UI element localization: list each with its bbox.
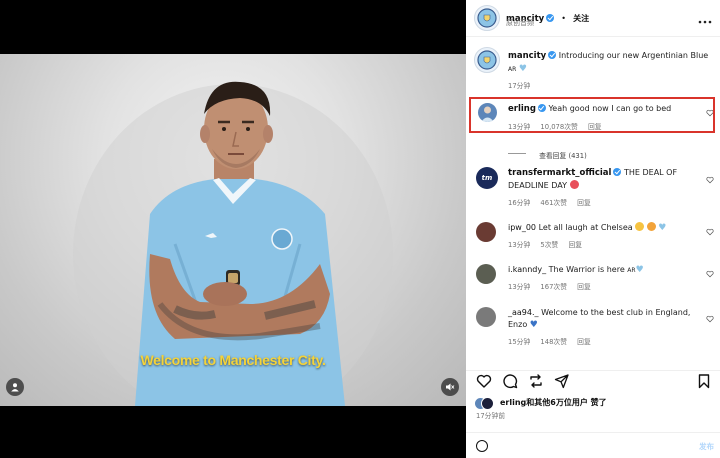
post-time: 17分钟前 <box>476 412 506 420</box>
bookmark-icon[interactable] <box>696 373 712 389</box>
comment-text: The Warrior is here <box>548 265 625 274</box>
caption-text: Introducing our new Argentinian Blue <box>558 51 709 60</box>
comment-username[interactable]: i.kanndy_ <box>508 265 546 274</box>
comment-time: 15分钟 <box>508 338 531 346</box>
send-icon[interactable] <box>554 373 570 389</box>
comment-text-line2: DEADLINE DAY <box>508 181 568 190</box>
commenter-avatar[interactable] <box>476 307 496 327</box>
post-side-panel: mancity • 关注 原创音频 mancity Introducing ou… <box>466 0 720 458</box>
comment-username[interactable]: ipw_00 <box>508 223 536 232</box>
likes-text[interactable]: erling和其他6万位用户 赞了 <box>500 397 607 408</box>
reply-button[interactable]: 回复 <box>577 338 591 346</box>
caption-text-flag: AR <box>508 66 517 73</box>
mute-button[interactable] <box>441 378 459 396</box>
reply-button[interactable]: 回复 <box>577 283 591 291</box>
audio-label[interactable]: 原创音频 <box>506 18 534 28</box>
verified-badge-icon <box>546 14 555 22</box>
mancity-crest-icon <box>477 8 497 28</box>
avatar-person-icon <box>481 106 494 122</box>
view-replies[interactable]: 查看回复 (431) <box>508 143 587 162</box>
post-header: mancity • 关注 原创音频 <box>466 0 720 37</box>
more-options-button[interactable] <box>698 10 712 29</box>
caption-time: 17分钟 <box>508 82 531 90</box>
commenter-avatar[interactable] <box>478 103 497 122</box>
reply-button[interactable]: 回复 <box>577 199 591 207</box>
view-replies-label[interactable]: 查看回复 (431) <box>539 152 587 160</box>
verified-badge-icon <box>548 51 557 59</box>
comment-input[interactable] <box>494 438 668 454</box>
comment-text: Welcome to the best club in England, <box>541 308 691 317</box>
comment-heart-icon[interactable] <box>706 109 714 117</box>
comment-likes[interactable]: 10,078次赞 <box>540 123 577 131</box>
header-separator: • <box>561 14 567 23</box>
comment-username[interactable]: transfermarkt_official <box>508 168 611 178</box>
comment-text: THE DEAL OF <box>623 168 678 177</box>
comment-likes[interactable]: 5次赞 <box>540 241 558 249</box>
comment-likes[interactable]: 461次赞 <box>540 199 567 207</box>
comment-likes[interactable]: 148次赞 <box>540 338 567 346</box>
comment-username[interactable]: erling <box>508 104 536 114</box>
comment-text: Let all laugh at Chelsea <box>538 223 633 232</box>
laughing-emoji-icon <box>635 222 645 231</box>
comment-time: 13分钟 <box>508 283 531 291</box>
post-comment-button[interactable]: 发布 <box>699 441 714 452</box>
commenter-avatar[interactable] <box>476 264 496 284</box>
video-subtitle: Welcome to Manchester City. <box>140 352 326 368</box>
comment-icon[interactable] <box>502 373 518 389</box>
comment-text-flag: AR <box>627 267 636 274</box>
comment-time: 16分钟 <box>508 199 531 207</box>
commenter-avatar[interactable]: tm <box>476 167 498 189</box>
post-media[interactable]: Welcome to Manchester City. <box>0 0 466 458</box>
heart-icon[interactable] <box>476 373 492 389</box>
shocked-emoji-icon <box>569 180 579 189</box>
verified-badge-icon <box>537 104 546 112</box>
grin-emoji-icon <box>646 222 656 231</box>
mancity-crest-icon <box>477 50 497 70</box>
comment-time: 13分钟 <box>508 123 531 131</box>
transfermarkt-logo: tm <box>481 174 493 182</box>
emoji-picker-icon[interactable] <box>476 440 488 452</box>
comment-username[interactable]: _aa94._ <box>508 308 539 317</box>
add-comment-bar: 发布 <box>466 432 720 458</box>
mancity-avatar-caption[interactable] <box>474 47 500 73</box>
repost-icon[interactable] <box>528 373 544 389</box>
user-tag-button[interactable] <box>6 378 24 396</box>
comment-time: 13分钟 <box>508 241 531 249</box>
ellipsis-icon <box>698 20 712 24</box>
comment-heart-icon[interactable] <box>706 228 714 236</box>
post-actions <box>466 370 720 391</box>
follow-button[interactable]: 关注 <box>573 14 589 23</box>
caption-username[interactable]: mancity <box>508 51 546 61</box>
user-tag-icon <box>11 383 19 392</box>
blue-heart-icon: ♥ <box>658 223 667 233</box>
replies-divider <box>508 153 526 154</box>
reply-button[interactable]: 回复 <box>588 123 602 131</box>
blue-heart-icon: ♥ <box>518 64 527 74</box>
speaker-muted-icon <box>446 383 455 391</box>
mancity-avatar[interactable] <box>474 5 500 31</box>
comment-text: Yeah good now I can go to bed <box>548 104 672 113</box>
comment-text-line2: Enzo <box>508 320 528 329</box>
comment-likes[interactable]: 167次赞 <box>540 283 567 291</box>
blue-heart-icon: ♥ <box>635 265 644 275</box>
liker-avatar[interactable] <box>481 397 494 410</box>
reply-button[interactable]: 回复 <box>569 241 583 249</box>
blue-heart-icon: ♥ <box>529 320 538 330</box>
commenter-avatar[interactable] <box>476 222 496 242</box>
comment-heart-icon[interactable] <box>706 270 714 278</box>
verified-badge-icon <box>613 168 622 176</box>
comment-heart-icon[interactable] <box>706 176 714 184</box>
comment-heart-icon[interactable] <box>706 315 714 323</box>
